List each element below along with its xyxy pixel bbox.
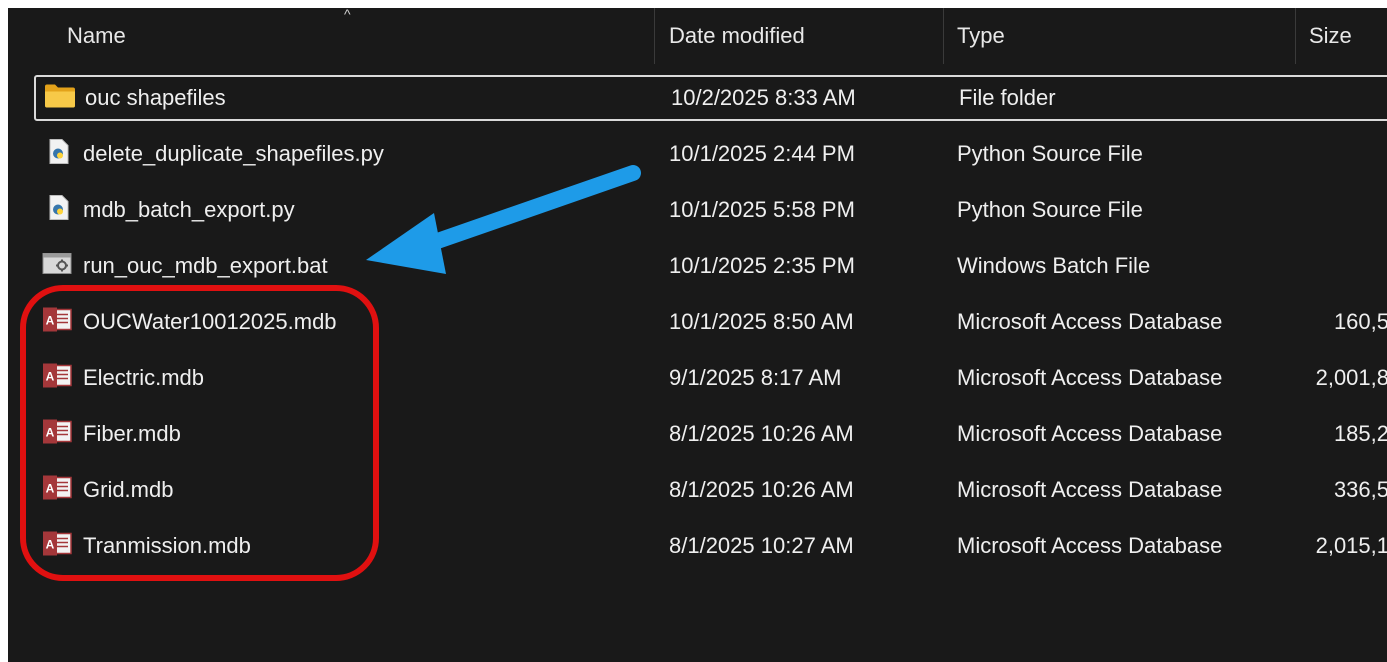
file-type: Python Source File [957, 197, 1143, 222]
file-name: run_ouc_mdb_export.bat [83, 253, 328, 278]
file-date-modified: 10/1/2025 2:35 PM [669, 253, 855, 278]
file-row[interactable]: ouc shapefiles 10/2/2025 8:33 AM File fold… [34, 75, 1387, 121]
file-row[interactable]: A Fiber.mdb 8/1/2025 10:26 AM Microsoft Acc… [34, 411, 1387, 457]
sort-ascending-indicator: ^ [344, 8, 351, 22]
file-row[interactable]: run_ouc_mdb_export.bat 10/1/2025 2:35 PM W… [34, 243, 1387, 289]
file-size: 2,001,8 [1315, 365, 1387, 390]
column-header-type[interactable]: Type [957, 8, 1005, 64]
column-divider[interactable] [1295, 8, 1296, 64]
file-size: 336,5 [1333, 477, 1387, 502]
file-date-modified: 10/1/2025 5:58 PM [669, 197, 855, 222]
file-date-modified: 8/1/2025 10:26 AM [669, 421, 854, 446]
file-name: delete_duplicate_shapefiles.py [83, 141, 384, 166]
file-date-modified: 10/1/2025 2:44 PM [669, 141, 855, 166]
file-type: Microsoft Access Database [957, 477, 1223, 502]
file-date-modified: 9/1/2025 8:17 AM [669, 365, 842, 390]
file-row[interactable]: delete_duplicate_shapefiles.py 10/1/2025 … [34, 131, 1387, 177]
access-db-icon: A [42, 363, 72, 394]
file-type: Microsoft Access Database [957, 309, 1223, 334]
file-explorer-window: ^ Name Date modified Type Size ouc shape… [8, 8, 1387, 662]
file-name: OUCWater10012025.mdb [83, 309, 337, 334]
access-db-icon: A [42, 307, 72, 338]
batch-file-icon [42, 252, 72, 281]
folder-icon [44, 83, 76, 114]
file-row[interactable]: mdb_batch_export.py 10/1/2025 5:58 PM Pyth… [34, 187, 1387, 233]
file-row[interactable]: A OUCWater10012025.mdb 10/1/2025 8:50 AM Mi… [34, 299, 1387, 345]
file-date-modified: 10/1/2025 8:50 AM [669, 309, 854, 334]
column-divider[interactable] [943, 8, 944, 64]
access-db-icon: A [42, 419, 72, 450]
svg-text:A: A [46, 370, 55, 384]
svg-text:A: A [46, 314, 55, 328]
svg-text:A: A [46, 482, 55, 496]
file-name: Fiber.mdb [83, 421, 181, 446]
access-db-icon: A [42, 531, 72, 562]
file-size [1274, 243, 1387, 289]
file-type: Python Source File [957, 141, 1143, 166]
column-header-bar: ^ Name Date modified Type Size [8, 8, 1387, 64]
file-type: File folder [959, 85, 1056, 110]
column-header-name[interactable]: Name [67, 8, 126, 64]
file-date-modified: 8/1/2025 10:26 AM [669, 477, 854, 502]
file-name: Tranmission.mdb [83, 533, 251, 558]
file-type: Microsoft Access Database [957, 421, 1223, 446]
column-header-date-modified[interactable]: Date modified [669, 8, 805, 64]
file-date-modified: 10/2/2025 8:33 AM [671, 85, 856, 110]
column-header-size[interactable]: Size [1309, 8, 1352, 64]
file-size: 2,015,1 [1315, 533, 1387, 558]
file-name: Electric.mdb [83, 365, 205, 390]
python-file-icon [48, 139, 70, 170]
file-name: Grid.mdb [83, 477, 174, 502]
file-size [1276, 77, 1387, 119]
file-type: Microsoft Access Database [957, 533, 1223, 558]
svg-text:A: A [46, 538, 55, 552]
file-size [1274, 187, 1387, 233]
file-name: mdb_batch_export.py [83, 197, 295, 222]
file-row[interactable]: A Electric.mdb 9/1/2025 8:17 AM Microsoft A… [34, 355, 1387, 401]
file-size [1274, 131, 1387, 177]
file-size: 185,2 [1333, 421, 1387, 446]
file-type: Windows Batch File [957, 253, 1151, 278]
file-row[interactable]: A Tranmission.mdb 8/1/2025 10:27 AM Microso… [34, 523, 1387, 569]
file-size: 160,5 [1333, 309, 1387, 334]
file-type: Microsoft Access Database [957, 365, 1223, 390]
access-db-icon: A [42, 475, 72, 506]
column-divider[interactable] [654, 8, 655, 64]
svg-text:A: A [46, 426, 55, 440]
python-file-icon [48, 195, 70, 226]
file-date-modified: 8/1/2025 10:27 AM [669, 533, 854, 558]
file-row[interactable]: A Grid.mdb 8/1/2025 10:26 AM Microsoft Acce… [34, 467, 1387, 513]
file-name: ouc shapefiles [85, 85, 226, 110]
